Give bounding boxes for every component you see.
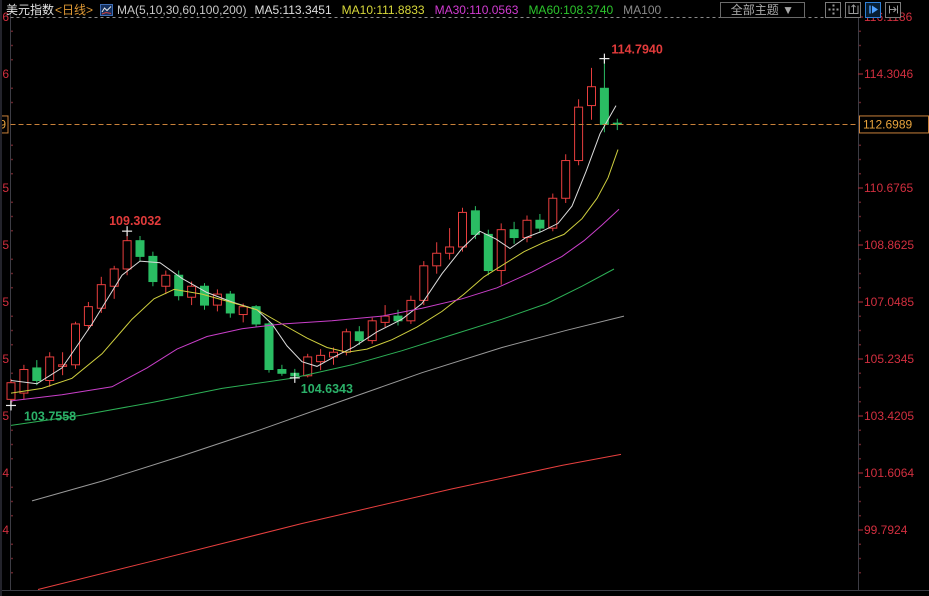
y-axis-label-left-clipped: 114.3046 bbox=[2, 67, 9, 81]
extreme-price-label: 103.7558 bbox=[24, 409, 76, 423]
candle bbox=[367, 317, 377, 344]
candle bbox=[561, 154, 571, 203]
y-axis-label: 101.6064 bbox=[864, 466, 914, 480]
y-axis-label-left-clipped: 110.6765 bbox=[2, 181, 9, 195]
svg-text:112.6989: 112.6989 bbox=[863, 117, 912, 131]
candle bbox=[535, 213, 545, 233]
fit-scale-icon-button[interactable] bbox=[845, 1, 861, 18]
ma-line-ma10 bbox=[10, 149, 619, 394]
auto-scroll-play-icon bbox=[868, 5, 878, 14]
ma-value-3: MA60:108.3740 bbox=[528, 2, 614, 17]
candle bbox=[32, 360, 42, 386]
y-axis-label: 107.0485 bbox=[864, 295, 914, 309]
current-price-tag-left: 112.6989 bbox=[2, 115, 9, 134]
candle bbox=[200, 283, 209, 310]
y-axis-label: 103.4205 bbox=[864, 409, 914, 423]
y-axis-label: 99.7924 bbox=[864, 523, 908, 537]
y-axis-label: 110.6765 bbox=[864, 181, 913, 195]
candle bbox=[509, 221, 519, 244]
y-axis-label: 114.3046 bbox=[864, 67, 913, 81]
ma-values: MA5:113.3451 MA10:111.8833 MA30:110.0563 MA… bbox=[254, 3, 671, 17]
candle bbox=[574, 99, 584, 166]
ma-line-ma5 bbox=[10, 105, 617, 385]
shift-right-icon-button[interactable] bbox=[885, 1, 901, 18]
y-axis-label-left-clipped: 107.0485 bbox=[2, 295, 9, 309]
extreme-price-label: 109.3032 bbox=[109, 214, 161, 228]
candle bbox=[587, 67, 596, 120]
y-axis-label-left-clipped: 103.4205 bbox=[2, 409, 9, 423]
y-axis-label-left-clipped: 108.8625 bbox=[2, 238, 9, 252]
shift-right-arrow-icon bbox=[888, 5, 898, 14]
extreme-price-label: 104.6343 bbox=[301, 382, 353, 396]
y-axis-label-left-clipped: 105.2345 bbox=[2, 352, 9, 366]
grid-dots-icon bbox=[828, 4, 838, 15]
candle bbox=[277, 364, 287, 376]
theme-selector-button[interactable]: 全部主题 ▼ bbox=[719, 1, 805, 18]
candles-layer bbox=[6, 58, 622, 406]
candle bbox=[109, 265, 119, 299]
kline-chart-icon[interactable] bbox=[100, 3, 114, 16]
y-axis-label: 108.8625 bbox=[864, 238, 914, 252]
candle bbox=[470, 206, 480, 240]
symbol-name[interactable]: 美元指数 bbox=[6, 1, 54, 18]
ma-value-0: MA5:113.3451 bbox=[254, 2, 332, 17]
candle bbox=[135, 235, 145, 262]
candle bbox=[161, 270, 171, 295]
extreme-marker: 103.7558 bbox=[6, 400, 76, 423]
candle bbox=[148, 251, 158, 287]
toolbar-right-cluster: 全部主题 ▼ bbox=[719, 1, 929, 18]
candle bbox=[264, 322, 274, 373]
ma-value-1: MA10:111.8833 bbox=[341, 2, 425, 17]
candle bbox=[174, 270, 184, 301]
candle bbox=[45, 352, 55, 387]
ma-value-4: MA100 bbox=[623, 2, 662, 17]
candle bbox=[445, 228, 455, 260]
ma-value-2: MA30:110.0563 bbox=[434, 2, 519, 17]
ma-params-label: MA(5,10,30,60,100,200) bbox=[117, 2, 247, 17]
extreme-marker: 109.3032 bbox=[109, 214, 161, 237]
y-axis-label: 105.2345 bbox=[864, 352, 914, 366]
candle bbox=[432, 242, 442, 274]
auto-scroll-icon-button[interactable] bbox=[865, 1, 881, 18]
candle bbox=[212, 289, 222, 312]
current-price-tag-right: 112.6989 bbox=[859, 115, 929, 134]
svg-text:112.6989: 112.6989 bbox=[2, 117, 6, 131]
candle bbox=[316, 349, 326, 371]
kline-chart-window: 112.6989112.6989116.1186116.1186114.3046… bbox=[0, 0, 929, 596]
candle bbox=[496, 223, 506, 285]
period-label[interactable]: <日线> bbox=[55, 1, 93, 18]
y-axis-label-left-clipped: 101.6064 bbox=[2, 466, 9, 480]
toolbar: 美元指数 <日线> MA(5,10,30,60,100,200) MA5:113… bbox=[2, 0, 929, 19]
extreme-price-label: 114.7940 bbox=[611, 43, 662, 57]
candle bbox=[225, 290, 235, 318]
price-chart-canvas[interactable]: 112.6989112.6989116.1186116.1186114.3046… bbox=[2, 0, 929, 596]
candle bbox=[71, 321, 80, 369]
candle bbox=[96, 276, 106, 313]
candle bbox=[419, 261, 429, 306]
y-axis-label-left-clipped: 99.7924 bbox=[2, 523, 9, 537]
grid-dots-icon-button[interactable] bbox=[825, 1, 841, 18]
ma-line-ma200 bbox=[37, 453, 622, 590]
fit-scale-icon bbox=[848, 4, 858, 14]
extreme-marker: 114.7940 bbox=[599, 43, 663, 64]
